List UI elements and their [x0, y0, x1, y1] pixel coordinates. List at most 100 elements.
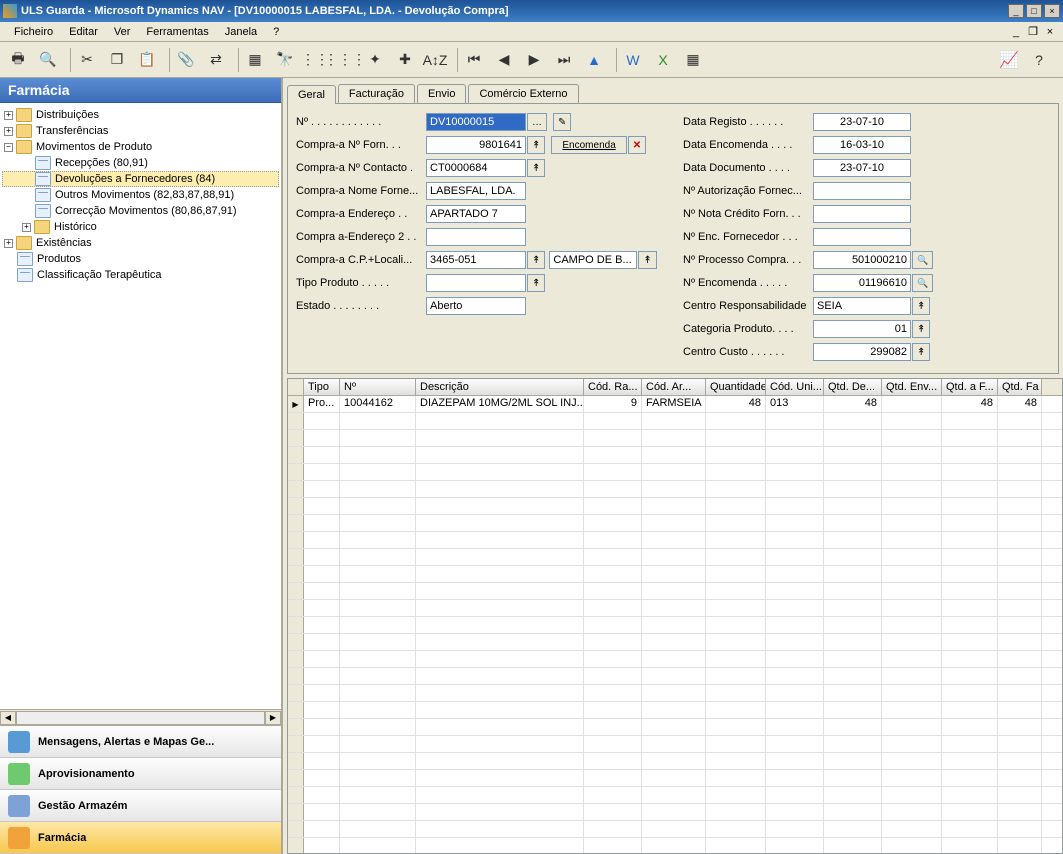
table-row[interactable] [288, 617, 1062, 634]
table-cell[interactable] [706, 464, 766, 480]
table-cell[interactable] [998, 566, 1042, 582]
table-cell[interactable] [998, 753, 1042, 769]
table-cell[interactable] [340, 838, 416, 853]
row-selector[interactable] [288, 736, 304, 752]
table-cell[interactable] [340, 753, 416, 769]
hyperlink-icon[interactable]: ⇄ [204, 48, 228, 72]
row-selector[interactable] [288, 430, 304, 446]
row-selector[interactable] [288, 583, 304, 599]
table-cell[interactable] [882, 821, 942, 837]
table-cell[interactable] [304, 702, 340, 718]
table-cell[interactable] [642, 549, 706, 565]
nav-button[interactable]: Aprovisionamento [0, 758, 281, 790]
table-cell[interactable] [584, 481, 642, 497]
table-cell[interactable] [340, 702, 416, 718]
table-cell[interactable] [882, 447, 942, 463]
table-cell[interactable] [340, 651, 416, 667]
table-cell[interactable] [304, 413, 340, 429]
form-input[interactable] [813, 343, 911, 361]
lookup-arrow-icon[interactable]: ↟ [638, 251, 656, 269]
row-selector[interactable]: ▶ [288, 396, 304, 412]
table-row[interactable] [288, 736, 1062, 753]
table-cell[interactable] [584, 838, 642, 853]
table-cell[interactable] [340, 481, 416, 497]
nav-button[interactable]: Gestão Armazém [0, 790, 281, 822]
row-selector[interactable] [288, 702, 304, 718]
table-cell[interactable] [882, 413, 942, 429]
table-cell[interactable] [824, 549, 882, 565]
table-cell[interactable] [882, 617, 942, 633]
tree-item[interactable]: +Distribuições [2, 107, 279, 123]
attach-icon[interactable]: 📎 [174, 48, 198, 72]
table-cell[interactable] [416, 617, 584, 633]
table-cell[interactable] [642, 634, 706, 650]
form-input[interactable] [426, 159, 526, 177]
table-cell[interactable] [340, 532, 416, 548]
table-cell[interactable] [942, 821, 998, 837]
table-cell[interactable] [706, 583, 766, 599]
tab[interactable]: Geral [287, 85, 336, 104]
table-cell[interactable] [998, 685, 1042, 701]
table-cell[interactable] [340, 804, 416, 820]
table-cell[interactable] [766, 685, 824, 701]
table-cell[interactable]: 48 [706, 396, 766, 412]
table-cell[interactable]: FARMSEIA [642, 396, 706, 412]
table-cell[interactable] [882, 566, 942, 582]
close-button[interactable]: × [1044, 4, 1060, 18]
mdi-restore-icon[interactable]: ❐ [1026, 25, 1040, 39]
table-cell[interactable] [304, 770, 340, 786]
table-cell[interactable] [766, 583, 824, 599]
table-cell[interactable] [304, 464, 340, 480]
print-icon[interactable]: 🖶 [6, 48, 30, 72]
table-cell[interactable] [766, 804, 824, 820]
table-cell[interactable] [706, 685, 766, 701]
table-row[interactable] [288, 481, 1062, 498]
table-cell[interactable] [766, 668, 824, 684]
export-excel-icon[interactable]: X [651, 48, 675, 72]
table-cell[interactable] [882, 464, 942, 480]
form-input[interactable] [426, 228, 526, 246]
table-cell[interactable] [416, 821, 584, 837]
export-word-icon[interactable]: W [621, 48, 645, 72]
table-cell[interactable] [998, 668, 1042, 684]
table-cell[interactable] [340, 600, 416, 616]
tree-item[interactable]: Devoluções a Fornecedores (84) [2, 171, 279, 187]
row-selector[interactable] [288, 549, 304, 565]
table-cell[interactable] [882, 498, 942, 514]
row-selector[interactable] [288, 464, 304, 480]
table-cell[interactable] [766, 481, 824, 497]
table-cell[interactable] [706, 447, 766, 463]
table-cell[interactable] [998, 838, 1042, 853]
table-cell[interactable] [304, 481, 340, 497]
table-row[interactable] [288, 464, 1062, 481]
table-cell[interactable]: 013 [766, 396, 824, 412]
table-cell[interactable] [998, 736, 1042, 752]
table-cell[interactable] [304, 685, 340, 701]
table-row[interactable] [288, 753, 1062, 770]
table-cell[interactable] [766, 787, 824, 803]
table-cell[interactable] [824, 753, 882, 769]
table-cell[interactable] [706, 617, 766, 633]
table-cell[interactable] [304, 566, 340, 582]
table-cell[interactable] [416, 515, 584, 531]
table-cell[interactable] [416, 549, 584, 565]
table-cell[interactable] [766, 634, 824, 650]
help-icon[interactable]: ? [1027, 48, 1051, 72]
table-cell[interactable] [584, 515, 642, 531]
table-cell[interactable] [416, 583, 584, 599]
tree-item[interactable]: Correcção Movimentos (80,86,87,91) [2, 203, 279, 219]
table-cell[interactable] [340, 736, 416, 752]
form-input[interactable] [426, 251, 526, 269]
table-cell[interactable] [942, 787, 998, 803]
menu-item[interactable]: Ferramentas [138, 24, 216, 40]
table-cell[interactable] [584, 600, 642, 616]
table-cell[interactable] [766, 736, 824, 752]
maximize-button[interactable]: □ [1026, 4, 1042, 18]
table-cell[interactable] [304, 668, 340, 684]
table-cell[interactable] [942, 430, 998, 446]
table-row[interactable] [288, 685, 1062, 702]
table-cell[interactable] [942, 447, 998, 463]
table-cell[interactable] [584, 430, 642, 446]
table-cell[interactable] [766, 464, 824, 480]
show-all-icon[interactable]: ✦ [363, 48, 387, 72]
